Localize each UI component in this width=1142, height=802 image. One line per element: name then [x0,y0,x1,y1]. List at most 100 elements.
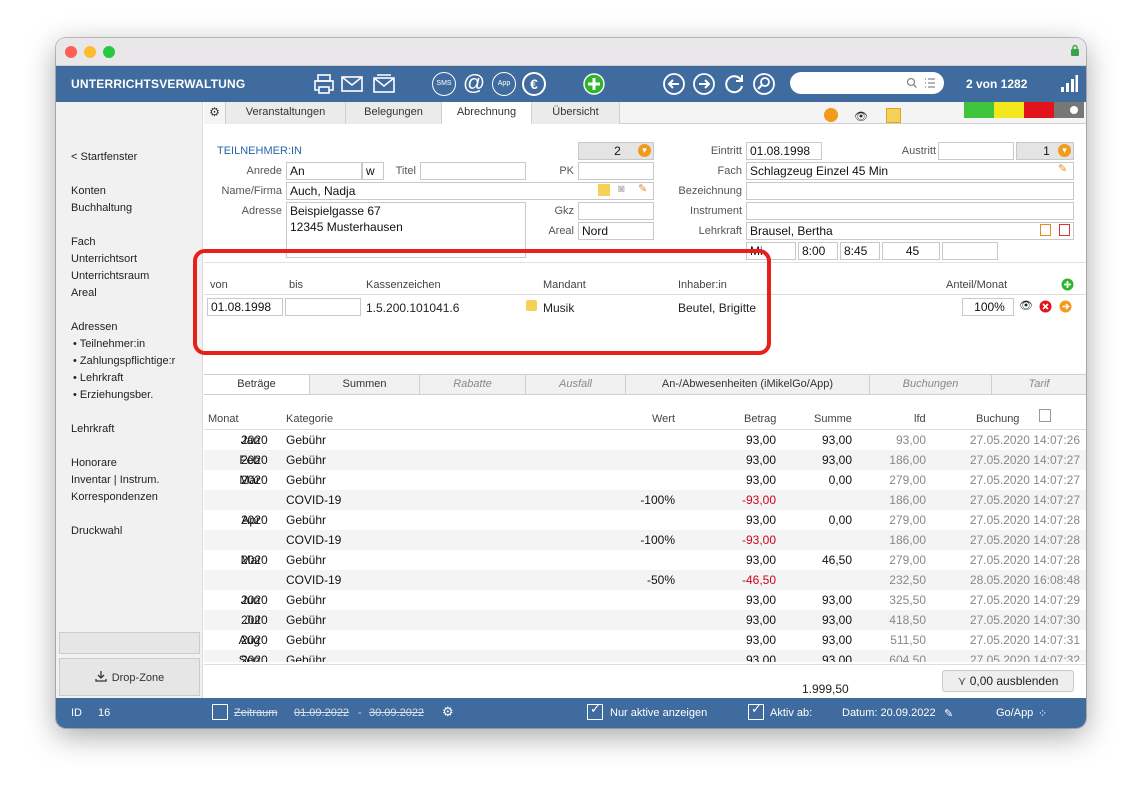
pencil-icon[interactable]: ✎ [638,182,647,195]
zeit-von-field[interactable]: 8:00 [798,242,838,260]
mail-icon[interactable] [340,72,364,96]
table-row[interactable]: Jul 2020 Gebühr 93,00 93,00 418,50 27.05.2020 … [204,610,1086,630]
sidebar-back-startfenster[interactable]: < Startfenster [71,151,137,163]
table-row[interactable]: Apr 2020 Gebühr 93,00 0,00 279,00 27.05.2020 1… [204,510,1086,530]
status-green[interactable] [964,102,994,118]
tab-ausfall[interactable]: Ausfall [526,375,626,394]
austritt-dropdown-icon[interactable]: ▾ [1058,144,1071,157]
table-row[interactable]: Mär 2020 Gebühr 93,00 0,00 279,00 27.05.2020 1… [204,470,1086,490]
sidebar-item-fach[interactable]: Fach [71,236,95,248]
tab-uebersicht[interactable]: Übersicht [532,102,620,124]
titel-field[interactable] [420,162,526,180]
close-window-button[interactable] [65,46,77,58]
note-small-icon[interactable] [598,184,610,196]
table-row[interactable]: COVID-19 -50% -46,50 232,50 28.05.2020 16:08… [204,570,1086,590]
pk-field[interactable] [578,162,654,180]
tab-tarif[interactable]: Tarif [992,375,1086,394]
table-row[interactable]: Mai 2020 Gebühr 93,00 46,50 279,00 27.05.2020 … [204,550,1086,570]
go-icon[interactable] [1059,300,1072,313]
sidebar-item-honorare[interactable]: Honorare [71,457,117,469]
note-icon[interactable] [886,108,901,123]
sidebar-item-druckwahl[interactable]: Druckwahl [71,525,122,537]
back-icon[interactable] [662,72,686,96]
zoom-window-button[interactable] [103,46,115,58]
tn-dropdown-icon[interactable]: ▾ [638,144,651,157]
zeitraum-from[interactable]: 01.09.2022 [294,707,349,719]
list-small-icon[interactable] [1040,224,1051,236]
drop-zone[interactable]: Drop-Zone [59,658,200,696]
view-icon[interactable]: 👁 [1019,299,1033,312]
tab-rabatte[interactable]: Rabatte [420,375,526,394]
sidebar-sub-lehrkraft[interactable]: • Lehrkraft [73,372,123,384]
search-icon[interactable] [752,72,776,96]
camera-icon[interactable]: ◙ [618,183,625,195]
list-icon[interactable] [924,77,936,89]
datum-edit-icon[interactable]: ✎ [944,707,953,720]
table-row[interactable]: COVID-19 -100% -93,00 186,00 27.05.2020 14:0… [204,490,1086,510]
euro-icon[interactable]: € [522,72,546,96]
tab-buchungen[interactable]: Buchungen [870,375,992,394]
tab-belegungen[interactable]: Belegungen [346,102,442,124]
sidebar-item-konten[interactable]: Konten [71,185,106,197]
gear-small-icon[interactable]: ⚙ [442,704,454,720]
add-zahlung-icon[interactable] [1061,278,1074,291]
table-settings-icon[interactable] [1039,409,1051,422]
table-row[interactable]: Jun 2020 Gebühr 93,00 93,00 325,50 27.05.2020 … [204,590,1086,610]
tab-anwesenheiten[interactable]: An-/Abwesenheiten (iMikelGo/App) [626,375,870,394]
sidebar-sub-erziehungsber[interactable]: • Erziehungsber. [73,389,153,401]
table-row[interactable]: Jan 2020 Gebühr 93,00 93,00 93,00 27.05.2020 1… [204,430,1086,450]
nur-aktive-checkbox[interactable]: ✓ [587,701,603,720]
calendar-icon[interactable] [1059,224,1070,236]
sidebar-item-korrespondenzen[interactable]: Korrespondenzen [71,491,158,503]
minimize-window-button[interactable] [84,46,96,58]
aktiv-ab-checkbox[interactable]: ✓ [748,701,764,720]
zeitraum-to[interactable]: 30.09.2022 [369,707,424,719]
tab-abrechnung[interactable]: Abrechnung [442,102,532,124]
tab-veranstaltungen[interactable]: Veranstaltungen [226,102,346,124]
sms-icon[interactable]: SMS [432,72,456,96]
sidebar-item-unterrichtsort[interactable]: Unterrichtsort [71,253,137,265]
sidebar-sub-teilnehmer[interactable]: • Teilnehmer:in [73,338,145,350]
sidebar-item-adressen[interactable]: Adressen [71,321,117,333]
sidebar-item-areal[interactable]: Areal [71,287,97,299]
sidebar-item-buchhaltung[interactable]: Buchhaltung [71,202,132,214]
pie-chart-icon[interactable] [824,108,838,122]
areal-field[interactable]: Nord [578,222,654,240]
status-yellow[interactable] [994,102,1024,118]
instrument-field[interactable] [746,202,1074,220]
fach-field[interactable]: Schlagzeug Einzel 45 Min [746,162,1074,180]
sidebar-sub-zahlungspflichtige[interactable]: • Zahlungspflichtige:r [73,355,175,367]
fach-pencil-icon[interactable]: ✎ [1058,162,1067,175]
dauer-field[interactable]: 45 [882,242,940,260]
lehrkraft-field[interactable]: Brausel, Bertha [746,222,1074,240]
sidebar-item-inventar[interactable]: Inventar | Instrum. [71,474,159,486]
sidebar-item-lehrkraft[interactable]: Lehrkraft [71,423,114,435]
anrede-field[interactable]: An [286,162,362,180]
anteil-field[interactable]: 100% [962,298,1014,316]
datum-value[interactable]: Datum: 20.09.2022 [842,707,936,719]
extra-field[interactable] [942,242,998,260]
austritt-field[interactable] [938,142,1014,160]
tab-summen[interactable]: Summen [310,375,420,394]
app-icon[interactable]: App [492,72,516,96]
forward-icon[interactable] [692,72,716,96]
tab-betraege[interactable]: Beträge [204,375,310,394]
printer-icon[interactable] [312,72,336,96]
at-icon[interactable]: @ [462,72,486,96]
anrede-gender-field[interactable]: w [362,162,384,180]
zeit-bis-field[interactable]: 8:45 [840,242,880,260]
bezeichnung-field[interactable] [746,182,1074,200]
eye-icon[interactable]: 👁 [854,110,868,123]
zeitraum-checkbox[interactable] [212,704,228,720]
add-icon[interactable] [582,72,606,96]
gear-icon[interactable]: ⚙ [204,102,226,124]
mail-open-icon[interactable] [372,72,396,96]
status-red[interactable] [1024,102,1054,118]
status-toggle[interactable] [1054,102,1084,118]
table-row[interactable]: COVID-19 -100% -93,00 186,00 27.05.2020 14:0… [204,530,1086,550]
delete-icon[interactable] [1039,300,1052,313]
goapp-label[interactable]: Go/App [996,707,1033,719]
refresh-icon[interactable] [722,72,746,96]
table-row[interactable]: Aug 2020 Gebühr 93,00 93,00 511,50 27.05.2020 … [204,630,1086,650]
eintritt-field[interactable]: 01.08.1998 [746,142,822,160]
